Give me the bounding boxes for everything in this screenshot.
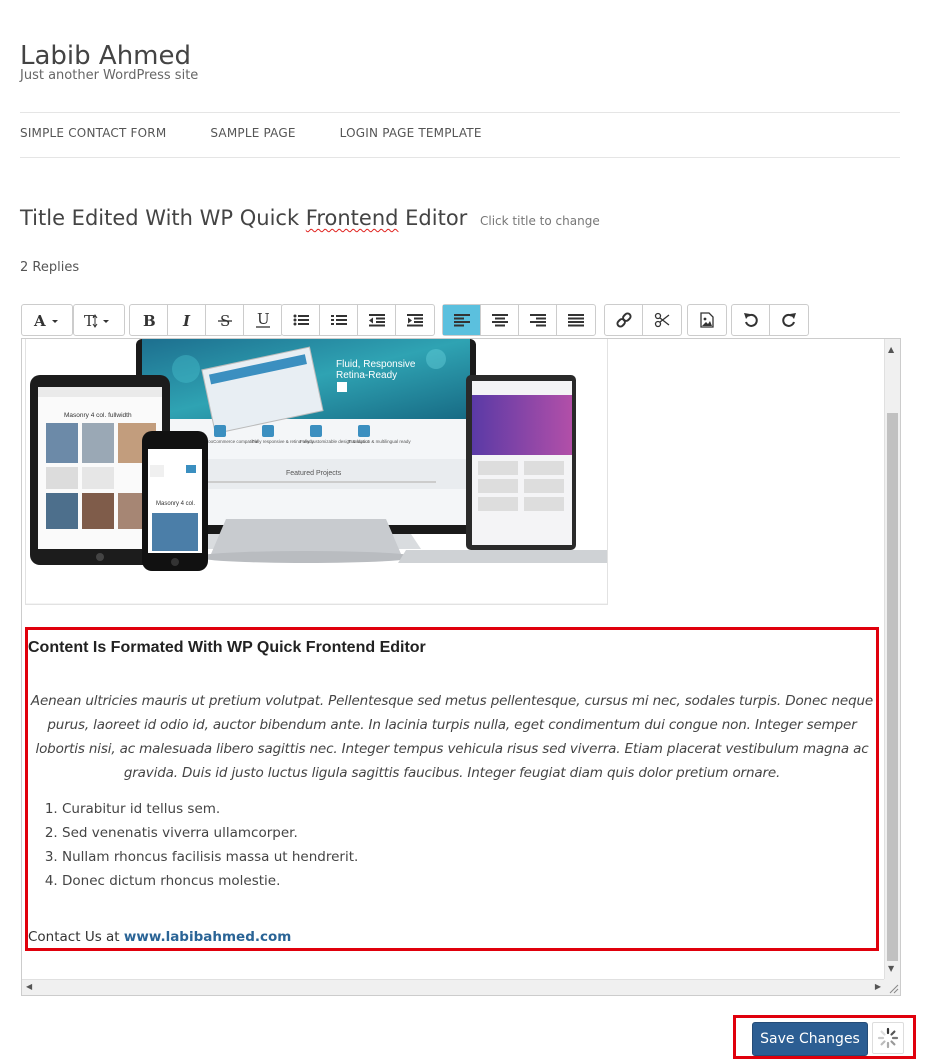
post-title[interactable]: Title Edited With WP Quick Frontend Edit… (20, 206, 600, 230)
toolbar-group-lists (281, 304, 435, 336)
outdent-icon[interactable] (358, 305, 396, 335)
list-item: Nullam rhoncus facilisis massa ut hendre… (62, 845, 358, 869)
font-size-icon[interactable]: T (74, 305, 124, 335)
main-navigation: SIMPLE CONTACT FORM SAMPLE PAGE LOGIN PA… (20, 126, 482, 140)
title-hint: Click title to change (480, 214, 600, 228)
svg-text:A: A (33, 312, 46, 328)
content-editor[interactable]: Fluid, Responsive Retina-Ready WooCommer… (21, 338, 901, 996)
toolbar-group-align (442, 304, 596, 336)
underline-icon[interactable]: U (244, 305, 282, 335)
post-title-text-a: Title Edited With WP Quick (20, 206, 306, 230)
nav-bottom-divider (20, 157, 900, 158)
align-center-icon[interactable] (481, 305, 519, 335)
site-title[interactable]: Labib Ahmed (20, 41, 191, 71)
post-title-text-c: Editor (398, 206, 468, 230)
ordered-list-icon[interactable] (320, 305, 358, 335)
svg-text:B: B (143, 312, 156, 328)
unordered-list-icon[interactable] (282, 305, 320, 335)
contact-prefix: Contact Us at (28, 929, 124, 945)
list-item: Donec dictum rhoncus molestie. (62, 869, 358, 893)
featured-image[interactable]: Fluid, Responsive Retina-Ready WooCommer… (25, 339, 608, 605)
toolbar-group-font: A (21, 304, 73, 336)
nav-item-simple-contact-form[interactable]: SIMPLE CONTACT FORM (20, 126, 166, 140)
toolbar-group-media (687, 304, 727, 336)
banner-sub: Retina-Ready (336, 370, 397, 381)
vertical-scrollbar[interactable]: ▲ ▼ (884, 339, 900, 979)
insert-image-icon[interactable] (688, 305, 726, 335)
undo-icon[interactable] (732, 305, 770, 335)
font-color-icon[interactable]: A (22, 305, 72, 335)
content-paragraph: Aenean ultricies mauris ut pretium volut… (30, 693, 874, 781)
replies-count[interactable]: 2 Replies (20, 260, 79, 275)
list-item: Curabitur id tellus sem. (62, 797, 358, 821)
content-heading: Content Is Formated With WP Quick Fronte… (28, 639, 426, 656)
link-icon[interactable] (605, 305, 643, 335)
svg-text:U: U (257, 311, 270, 328)
unlink-icon[interactable] (643, 305, 681, 335)
toolbar-group-style: B I S U (129, 304, 283, 336)
align-justify-icon[interactable] (557, 305, 595, 335)
horizontal-scrollbar[interactable]: ◀ ▶ (22, 979, 885, 995)
scroll-up-icon[interactable]: ▲ (888, 345, 894, 354)
align-right-icon[interactable] (519, 305, 557, 335)
align-left-icon[interactable] (443, 305, 481, 335)
feature-4: Translation & multilingual ready (348, 439, 411, 444)
svg-text:S: S (220, 312, 230, 328)
banner-title: Fluid, Responsive (336, 359, 416, 370)
scroll-right-icon[interactable]: ▶ (875, 982, 881, 991)
featured-projects-label: Featured Projects (286, 470, 342, 477)
nav-item-sample-page[interactable]: SAMPLE PAGE (210, 126, 295, 140)
scroll-down-icon[interactable]: ▼ (888, 964, 894, 973)
scroll-left-icon[interactable]: ◀ (26, 982, 32, 991)
phone-title: Masonry 4 col. (156, 501, 195, 507)
contact-line: Contact Us at www.labibahmed.com (28, 929, 291, 945)
scroll-thumb[interactable] (887, 413, 898, 961)
svg-text:T: T (84, 312, 94, 328)
redo-icon[interactable] (770, 305, 808, 335)
save-changes-button[interactable]: Save Changes (752, 1022, 868, 1056)
toolbar-group-history (731, 304, 809, 336)
list-item: Sed venenatis viverra ullamcorper. (62, 821, 358, 845)
post-title-text-b: Frontend (305, 206, 399, 230)
content-list: Curabitur id tellus sem. Sed venenatis v… (26, 797, 358, 893)
loading-spinner-icon (872, 1022, 904, 1054)
italic-icon[interactable]: I (168, 305, 206, 335)
bold-icon[interactable]: B (130, 305, 168, 335)
resize-handle-icon[interactable] (884, 979, 900, 995)
nav-item-login-page-template[interactable]: LOGIN PAGE TEMPLATE (340, 126, 482, 140)
toolbar-group-link (604, 304, 682, 336)
svg-text:I: I (182, 312, 191, 328)
feature-1: WooCommerce compatible (204, 439, 259, 444)
site-tagline: Just another WordPress site (20, 68, 199, 83)
strikethrough-icon[interactable]: S (206, 305, 244, 335)
indent-icon[interactable] (396, 305, 434, 335)
contact-link[interactable]: www.labibahmed.com (124, 929, 291, 945)
toolbar-group-size: T (73, 304, 125, 336)
nav-top-divider (20, 112, 900, 113)
tablet-title: Masonry 4 col. fullwidth (64, 412, 132, 419)
